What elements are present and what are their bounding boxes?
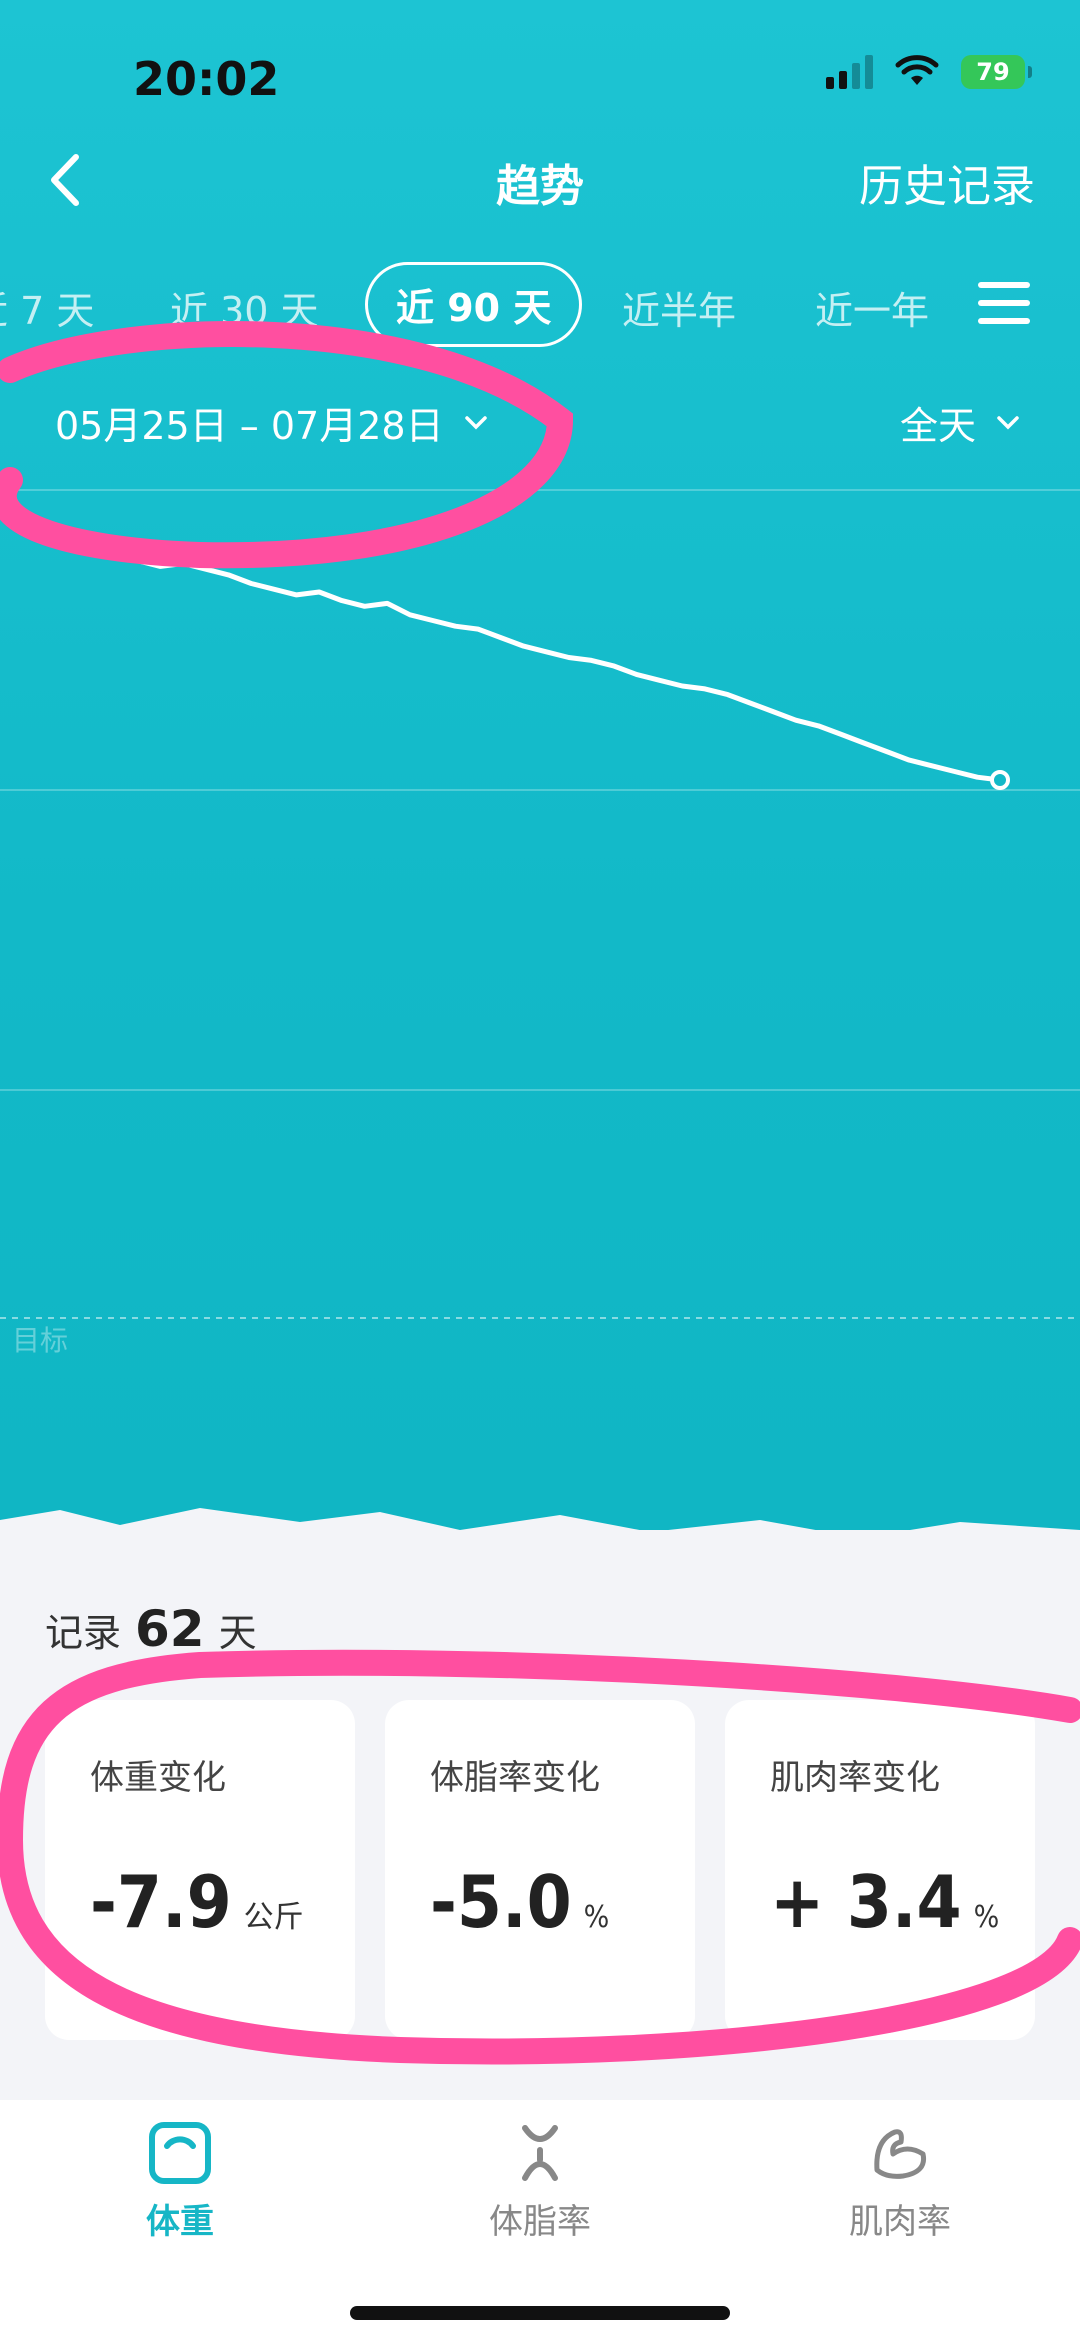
- time-of-day-selector[interactable]: 全天: [900, 395, 1020, 450]
- date-range-selector[interactable]: 05月25日 – 07月28日: [55, 395, 488, 450]
- muscle-icon: [874, 2129, 927, 2179]
- tab-muscle-label: 肌肉率: [849, 2202, 951, 2242]
- latest-point: [990, 770, 1010, 790]
- card-label: 肌肉率变化: [770, 1758, 940, 1798]
- card-label: 体脂率变化: [430, 1758, 600, 1798]
- scale-icon: [149, 2122, 211, 2184]
- records-number: 62: [135, 1600, 205, 1658]
- tab-one-year[interactable]: 近一年: [815, 280, 929, 335]
- records-count: 记录 62 天: [45, 1600, 257, 1658]
- menu-icon[interactable]: [978, 282, 1030, 324]
- status-time: 20:02: [133, 52, 280, 106]
- tab-30-days[interactable]: 近 30 天: [170, 280, 319, 335]
- status-icons: 79: [826, 55, 1032, 89]
- tab-muscle[interactable]: 肌肉率: [800, 2120, 1000, 2243]
- period-tabs: 近 7 天 近 30 天 近 90 天 近半年 近一年: [0, 260, 1080, 350]
- time-of-day-label: 全天: [899, 404, 976, 448]
- card-label: 体重变化: [90, 1758, 226, 1798]
- chevron-down-icon: [997, 415, 1019, 429]
- bottom-tab-bar: 体重 体脂率 肌肉率: [0, 2100, 1080, 2341]
- chevron-down-icon: [464, 415, 487, 429]
- body-fat-change-card[interactable]: 体脂率变化 -5.0%: [385, 1700, 695, 2040]
- tab-half-year[interactable]: 近半年: [622, 280, 736, 335]
- tab-body-fat[interactable]: 体脂率: [440, 2120, 640, 2243]
- cellular-signal-icon: [826, 55, 873, 89]
- history-link[interactable]: 历史记录: [859, 150, 1035, 214]
- records-suffix: 天: [218, 1611, 257, 1655]
- tab-weight-label: 体重: [146, 2202, 214, 2242]
- weight-change-card[interactable]: 体重变化 -7.9 公斤: [45, 1700, 355, 2040]
- tab-weight[interactable]: 体重: [80, 2120, 280, 2243]
- card-value: + 3.4%: [770, 1860, 1000, 1944]
- date-range-label: 05月25日 – 07月28日: [55, 404, 444, 448]
- tab-body-fat-label: 体脂率: [489, 2202, 591, 2242]
- card-value: -5.0%: [430, 1860, 610, 1944]
- home-indicator: [350, 2306, 730, 2320]
- battery-icon: 79: [961, 55, 1032, 89]
- muscle-change-card[interactable]: 肌肉率变化 + 3.4%: [725, 1700, 1035, 2040]
- header-background: 20:02 79 趋势 历史记录 近 7 天 近 30 天 近 90 天 近半年…: [0, 0, 1080, 1530]
- tab-90-days[interactable]: 近 90 天: [365, 262, 583, 347]
- records-prefix: 记录: [45, 1611, 122, 1655]
- weight-trend-chart: 目标: [0, 489, 1080, 1357]
- wifi-icon: [895, 55, 939, 85]
- weight-line: [114, 552, 1001, 783]
- body-fat-icon: [522, 2125, 558, 2181]
- card-value: -7.9 公斤: [90, 1860, 304, 1944]
- tab-7-days[interactable]: 近 7 天: [0, 280, 94, 335]
- goal-label: 目标: [12, 1324, 68, 1357]
